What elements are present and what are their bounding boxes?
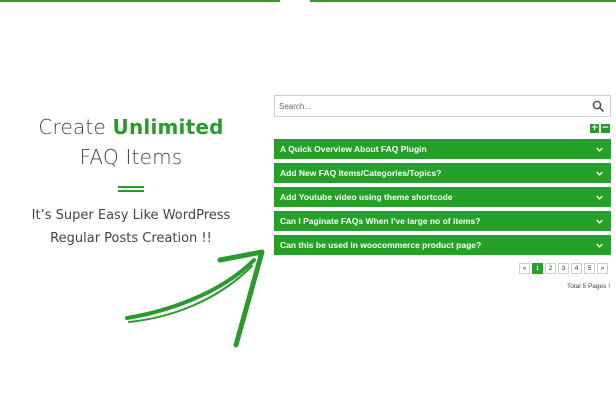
promo-title-accent: Unlimited (112, 115, 224, 139)
promo-title: Create Unlimited (0, 112, 262, 142)
faq-item[interactable]: Add Youtube video using theme shortcode (274, 187, 611, 207)
faq-question: Can I Paginate FAQs When I've large no o… (280, 216, 481, 226)
chevron-down-icon (596, 219, 603, 224)
page-button-1[interactable]: 1 (532, 263, 543, 274)
faq-item[interactable]: Can this be used in woocommerce product … (274, 235, 611, 255)
pagination: « 1 2 3 4 5 » (519, 263, 608, 274)
chevron-down-icon (596, 243, 603, 248)
chevron-down-icon (596, 171, 603, 176)
top-divider-right (310, 0, 616, 2)
search-input[interactable] (275, 96, 575, 116)
promo-subtitle-line1: It’s Super Easy Like WordPress (31, 208, 231, 223)
chevron-down-icon (596, 147, 603, 152)
promo-title-line2: FAQ Items (79, 145, 183, 169)
promo-title-prefix: Create (38, 115, 113, 139)
faq-question: A Quick Overview About FAQ Plugin (280, 144, 427, 154)
page-button-3[interactable]: 3 (558, 263, 569, 274)
page-button-4[interactable]: 4 (571, 263, 582, 274)
faq-item[interactable]: Can I Paginate FAQs When I've large no o… (274, 211, 611, 231)
page-button-5[interactable]: 5 (584, 263, 595, 274)
expand-all-button[interactable]: + (590, 124, 599, 133)
faq-item[interactable]: Add New FAQ Items/Categories/Topics? (274, 163, 611, 183)
chevron-down-icon (596, 195, 603, 200)
collapse-all-button[interactable]: − (601, 124, 610, 133)
promo-section: Create Unlimited FAQ Items It’s Super Ea… (0, 112, 262, 250)
faq-list: A Quick Overview About FAQ Plugin Add Ne… (274, 139, 611, 259)
faq-question: Add New FAQ Items/Categories/Topics? (280, 168, 442, 178)
faq-item[interactable]: A Quick Overview About FAQ Plugin (274, 139, 611, 159)
faq-search (274, 95, 611, 117)
next-page-button[interactable]: » (597, 263, 608, 274)
search-icon[interactable] (592, 100, 604, 112)
top-divider-left (0, 0, 280, 2)
promo-divider (118, 186, 144, 192)
expand-collapse-controls: + − (590, 124, 610, 133)
hand-drawn-arrow-icon (125, 249, 265, 348)
faq-question: Add Youtube video using theme shortcode (280, 192, 453, 202)
faq-question: Can this be used in woocommerce product … (280, 240, 482, 250)
total-pages-label: Total 5 Pages ! (567, 283, 610, 290)
page-button-2[interactable]: 2 (545, 263, 556, 274)
prev-page-button[interactable]: « (519, 263, 530, 274)
